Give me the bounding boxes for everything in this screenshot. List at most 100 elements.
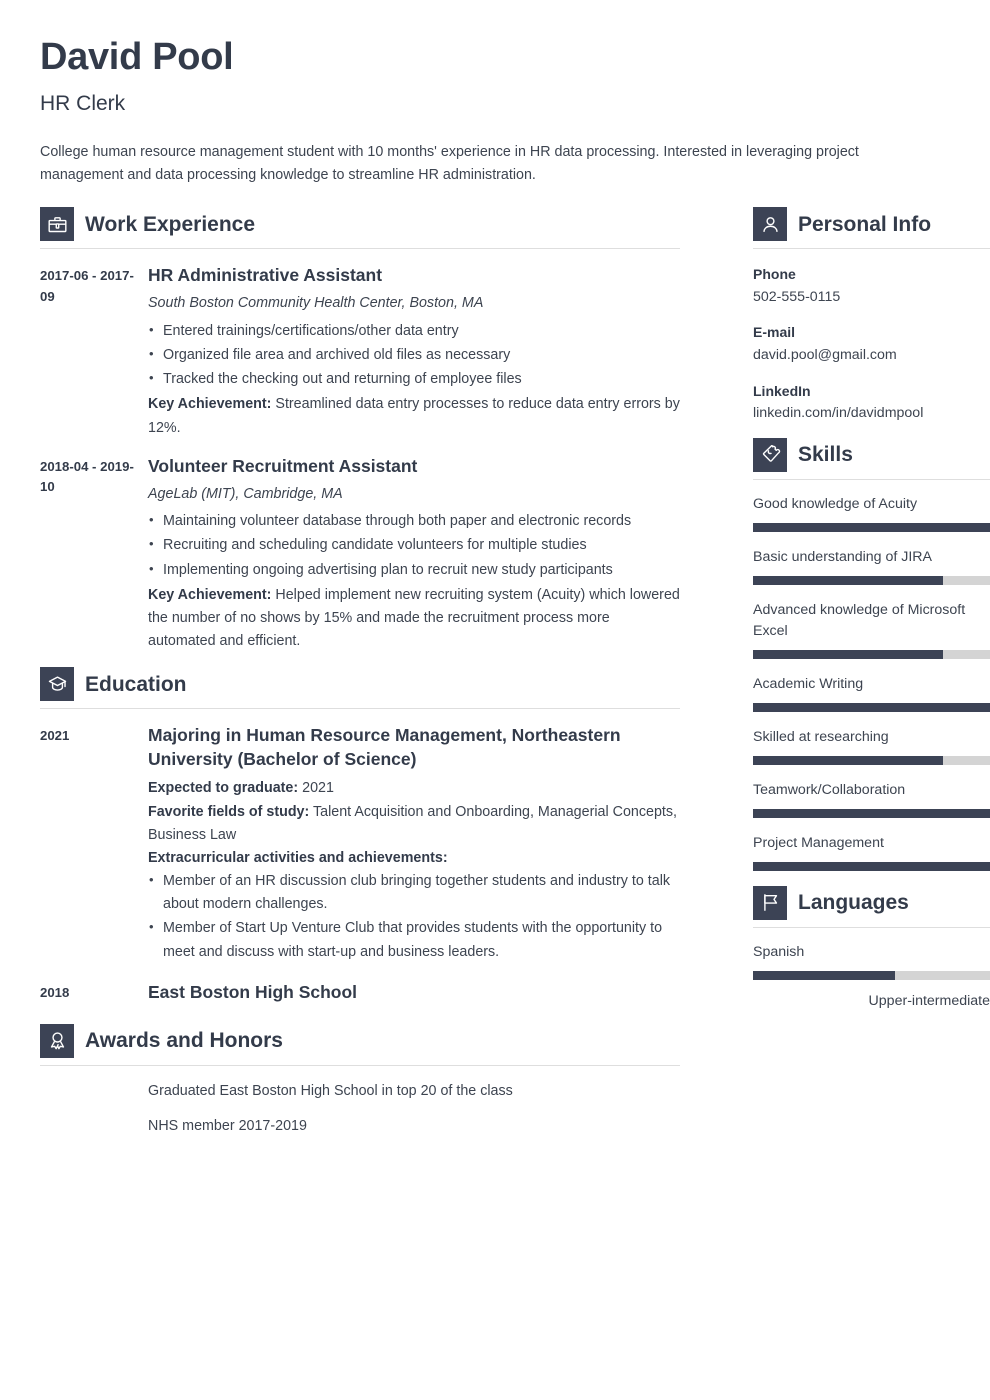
section-divider-languages bbox=[753, 926, 990, 928]
section-work-experience: Work Experience 2017-06 - 2017-09 HR Adm… bbox=[40, 207, 680, 653]
education-entry-date: 2021 bbox=[40, 728, 70, 744]
fields-label: Favorite fields of study: bbox=[148, 803, 310, 820]
section-header-awards: Awards and Honors bbox=[40, 1023, 680, 1065]
achievement-label: Key Achievement: bbox=[148, 586, 272, 603]
skill-label: Teamwork/Collaboration bbox=[753, 781, 906, 798]
skill-item: Good knowledge of Acuity bbox=[753, 494, 990, 532]
work-entry-bullets: Entered trainings/certifications/other d… bbox=[148, 319, 680, 391]
education-entry-body: Majoring in Human Resource Management, N… bbox=[148, 723, 680, 966]
awards-entry-body: Graduated East Boston High School in top… bbox=[148, 1080, 680, 1150]
education-entry-title: Majoring in Human Resource Management, N… bbox=[148, 725, 621, 770]
work-entry-body: Volunteer Recruitment Assistant AgeLab (… bbox=[148, 454, 680, 654]
work-entry-date: 2017-06 - 2017-09 bbox=[40, 268, 134, 304]
skill-bar bbox=[753, 755, 990, 765]
achievement-label: Key Achievement: bbox=[148, 396, 272, 413]
language-bar bbox=[753, 970, 990, 980]
work-entry-title: HR Administrative Assistant bbox=[148, 265, 383, 286]
candidate-job-title: HR Clerk bbox=[40, 91, 126, 115]
contact-value[interactable]: 502-555-0115 bbox=[753, 286, 990, 309]
work-entry-employer: AgeLab (MIT), Cambridge, MA bbox=[148, 485, 343, 502]
work-entry: 2018-04 - 2019-10 Volunteer Recruitment … bbox=[40, 454, 680, 654]
work-entry-achievement: Key Achievement: Streamlined data entry … bbox=[148, 393, 680, 439]
awards-entry-date bbox=[40, 1080, 148, 1083]
work-entry-date: 2018-04 - 2019-10 bbox=[40, 458, 134, 495]
skill-bar bbox=[753, 522, 990, 532]
skill-bar-fill bbox=[753, 808, 990, 818]
skill-item: Teamwork/Collaboration bbox=[753, 780, 990, 818]
skill-label: Project Management bbox=[753, 834, 884, 851]
contact-email: E-mail david.pool@gmail.com bbox=[753, 321, 990, 366]
main-column: Work Experience 2017-06 - 2017-09 HR Adm… bbox=[40, 207, 680, 1164]
section-title-work: Work Experience bbox=[85, 212, 256, 236]
skill-label: Basic understanding of JIRA bbox=[753, 548, 933, 565]
work-entry-achievement: Key Achievement: Helped implement new re… bbox=[148, 584, 680, 653]
section-personal-info: Personal Info Phone 502-555-0115 E-mail … bbox=[753, 207, 990, 424]
section-divider-personal-info bbox=[753, 248, 990, 250]
education-entry: 2021 Majoring in Human Resource Manageme… bbox=[40, 723, 680, 966]
section-awards: Awards and Honors Graduated East Boston … bbox=[40, 1023, 680, 1150]
skill-item: Advanced knowledge of Microsoft Excel bbox=[753, 600, 990, 659]
skill-bar bbox=[753, 861, 990, 871]
work-entry-body: HR Administrative Assistant South Boston… bbox=[148, 263, 680, 439]
skill-bar-fill bbox=[753, 702, 990, 712]
section-divider-skills bbox=[753, 478, 990, 480]
work-entry-bullets: Maintaining volunteer database through b… bbox=[148, 509, 680, 581]
skill-item: Project Management bbox=[753, 833, 990, 871]
education-graduate-line: Expected to graduate: 2021 bbox=[148, 777, 680, 800]
award-item: NHS member 2017-2019 bbox=[148, 1118, 307, 1134]
skill-bar bbox=[753, 808, 990, 818]
sidebar-column: Personal Info Phone 502-555-0115 E-mail … bbox=[753, 207, 990, 1026]
skill-bar-fill bbox=[753, 755, 943, 765]
contact-linkedin: LinkedIn linkedin.com/in/davidmpool bbox=[753, 380, 990, 425]
resume-columns: Work Experience 2017-06 - 2017-09 HR Adm… bbox=[40, 207, 990, 1164]
section-header-languages: Languages bbox=[753, 885, 990, 927]
contact-label: Phone bbox=[753, 266, 796, 283]
section-header-education: Education bbox=[40, 667, 680, 708]
resume-page: David Pool HR Clerk College human resour… bbox=[0, 0, 990, 1400]
skill-label: Advanced knowledge of Microsoft Excel bbox=[753, 601, 966, 639]
briefcase-icon bbox=[40, 207, 74, 242]
education-entry-date: 2018 bbox=[40, 984, 70, 1000]
skill-bar-fill bbox=[753, 649, 943, 659]
list-item: Organized file area and archived old fil… bbox=[148, 343, 680, 367]
contact-value[interactable]: linkedin.com/in/davidmpool bbox=[753, 402, 990, 425]
language-label: Spanish bbox=[753, 943, 805, 960]
section-header-skills: Skills bbox=[753, 437, 990, 479]
resume-header: David Pool HR Clerk College human resour… bbox=[40, 36, 950, 187]
flag-icon bbox=[753, 885, 787, 920]
list-item: Maintaining volunteer database through b… bbox=[148, 509, 680, 533]
section-title-personal-info: Personal Info bbox=[798, 212, 932, 236]
professional-summary: College human resource management studen… bbox=[40, 143, 859, 184]
skill-bar-fill bbox=[753, 522, 990, 532]
skill-item: Skilled at researching bbox=[753, 727, 990, 765]
work-entry: 2017-06 - 2017-09 HR Administrative Assi… bbox=[40, 263, 680, 439]
contact-label: E-mail bbox=[753, 324, 796, 341]
section-skills: Skills Good knowledge of Acuity Basic un… bbox=[753, 437, 990, 871]
section-divider-work bbox=[40, 248, 680, 250]
work-entry-employer: South Boston Community Health Center, Bo… bbox=[148, 295, 484, 312]
contact-phone: Phone 502-555-0115 bbox=[753, 263, 990, 308]
section-title-awards: Awards and Honors bbox=[85, 1029, 283, 1053]
graduate-label: Expected to graduate: bbox=[148, 780, 299, 797]
section-divider-education bbox=[40, 708, 680, 710]
list-item: Tracked the checking out and returning o… bbox=[148, 367, 680, 391]
language-item: Spanish Upper-intermediate bbox=[753, 942, 990, 1012]
section-title-education: Education bbox=[85, 672, 187, 696]
extracurricular-label: Extracurricular activities and achieveme… bbox=[148, 849, 448, 866]
list-item: Member of an HR discussion club bringing… bbox=[148, 869, 680, 916]
section-title-skills: Skills bbox=[798, 443, 853, 467]
skill-item: Academic Writing bbox=[753, 674, 990, 712]
skill-label: Skilled at researching bbox=[753, 728, 889, 745]
awards-entry: Graduated East Boston High School in top… bbox=[40, 1080, 680, 1150]
education-entry-body: East Boston High School bbox=[148, 980, 680, 1010]
contact-label: LinkedIn bbox=[753, 382, 811, 399]
section-languages: Languages Spanish Upper-intermediate bbox=[753, 885, 990, 1012]
candidate-name: David Pool bbox=[40, 36, 234, 78]
section-title-languages: Languages bbox=[798, 891, 909, 915]
skill-bar-fill bbox=[753, 861, 990, 871]
section-education: Education 2021 Majoring in Human Resourc… bbox=[40, 667, 680, 1010]
list-item: Entered trainings/certifications/other d… bbox=[148, 319, 680, 343]
contact-value[interactable]: david.pool@gmail.com bbox=[753, 344, 990, 367]
list-item: Recruiting and scheduling candidate volu… bbox=[148, 533, 680, 557]
language-bar-fill bbox=[753, 970, 896, 980]
